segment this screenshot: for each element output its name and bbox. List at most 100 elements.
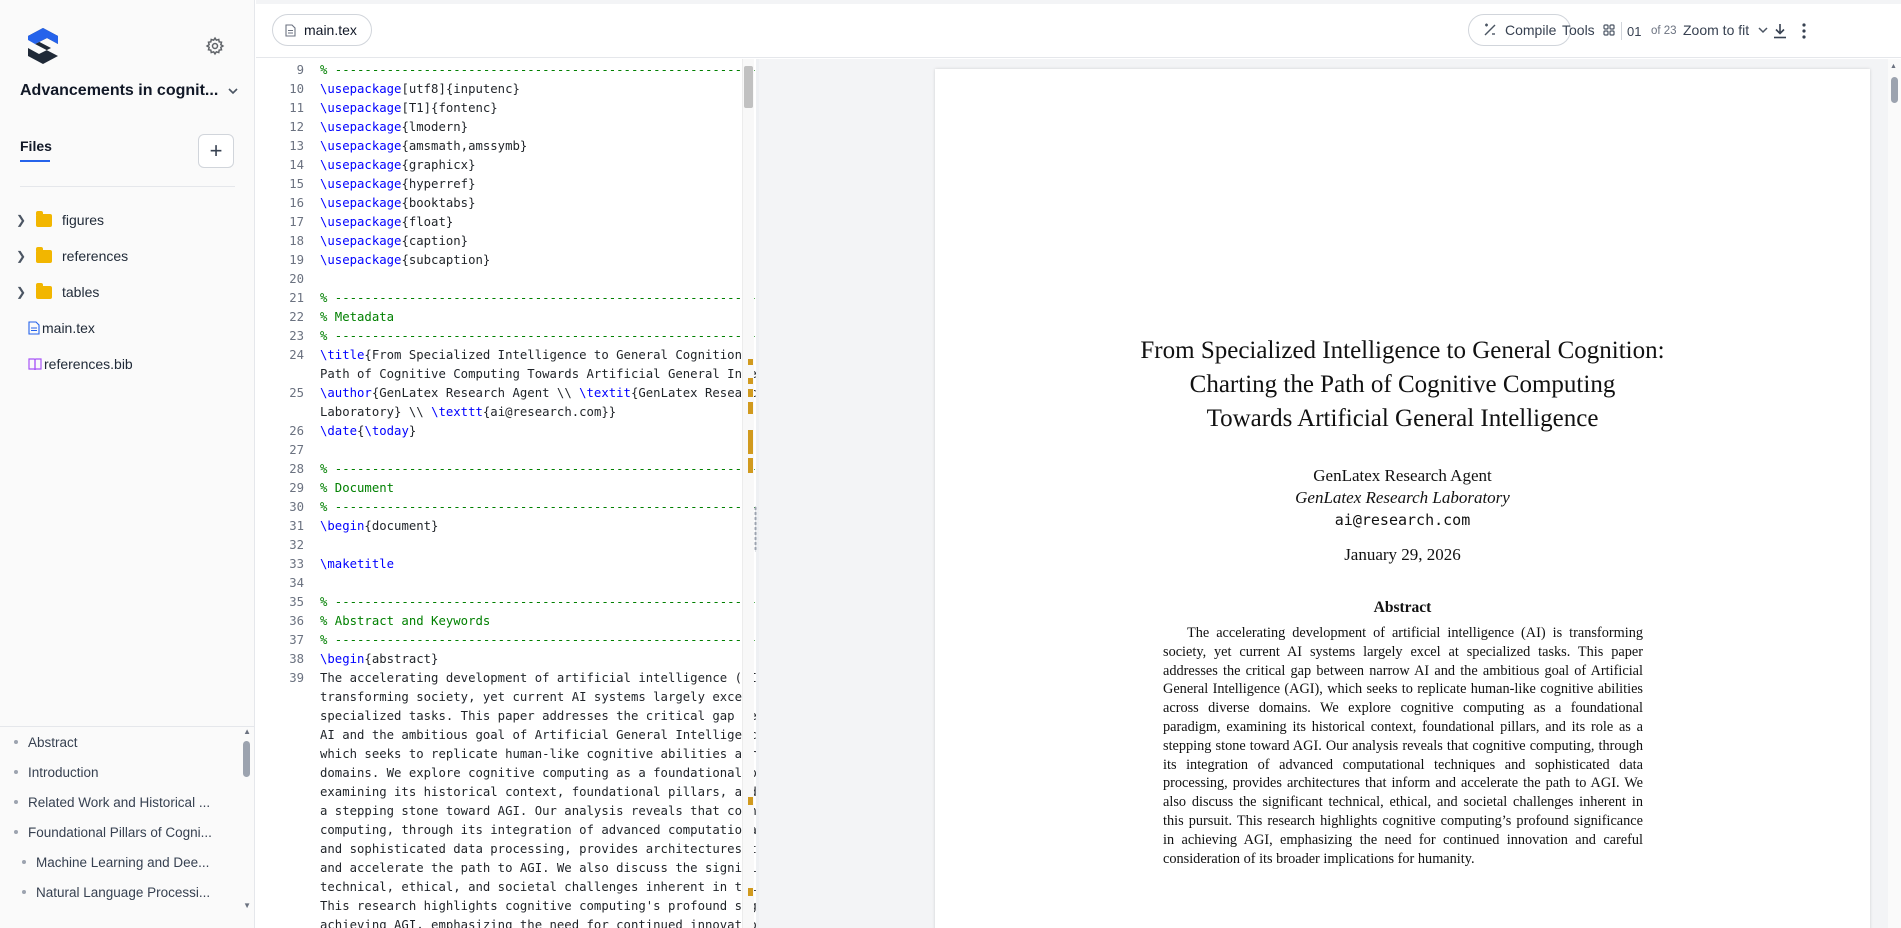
code-line[interactable]: 19 \usepackage{subcaption} bbox=[256, 251, 742, 270]
folder-tables[interactable]: ❯ tables bbox=[14, 274, 244, 310]
code-line[interactable]: and sophisticated data processing, provi… bbox=[256, 840, 756, 859]
latex-comment: % --------------------------------------… bbox=[320, 595, 756, 609]
code-line[interactable]: 37 % ------------------------------------… bbox=[256, 631, 756, 650]
latex-comment: % Metadata bbox=[320, 310, 395, 324]
code-line[interactable]: technical, ethical, and societal challen… bbox=[256, 878, 756, 897]
compile-button[interactable]: Compile bbox=[1468, 14, 1572, 46]
code-line[interactable]: AI and the ambitious goal of Artificial … bbox=[256, 726, 756, 745]
scroll-up-arrow-icon[interactable]: ▲ bbox=[243, 727, 251, 736]
chevron-right-icon[interactable]: ❯ bbox=[14, 285, 28, 299]
code-line[interactable]: specialized tasks. This paper addresses … bbox=[256, 707, 756, 726]
code-line[interactable]: 39 The accelerating development of artifi… bbox=[256, 669, 756, 688]
latex-command: \usepackage bbox=[320, 215, 402, 229]
outline-item-abstract[interactable]: Abstract bbox=[0, 727, 254, 757]
tools-menu-button[interactable]: Tools bbox=[1562, 14, 1615, 46]
code-editor[interactable]: 9 % -------------------------------------… bbox=[256, 59, 756, 928]
code-lines[interactable]: 9 % -------------------------------------… bbox=[256, 61, 756, 928]
project-selector[interactable]: Advancements in cognit... bbox=[20, 82, 240, 100]
code-line[interactable]: 17 \usepackage{float} bbox=[256, 213, 742, 232]
code-line[interactable]: 13 \usepackage{amsmath,amssymb} bbox=[256, 137, 742, 156]
code-line[interactable]: 10 \usepackage[utf8]{inputenc} bbox=[256, 80, 742, 99]
preview-scrollbar[interactable] bbox=[1888, 59, 1901, 928]
pdf-page: From Specialized Intelligence to General… bbox=[935, 69, 1870, 928]
scroll-up-arrow-icon[interactable]: ▲ bbox=[1890, 63, 1897, 70]
code-line[interactable]: 25 \author{GenLatex Research Agent \\ \te… bbox=[256, 384, 756, 403]
code-line[interactable]: 36 % Abstract and Keywords bbox=[256, 612, 742, 631]
code-line[interactable]: 11 \usepackage[T1]{fontenc} bbox=[256, 99, 742, 118]
editor-scrollbar-thumb[interactable] bbox=[744, 66, 753, 108]
code-line[interactable]: 26 \date{\today} bbox=[256, 422, 742, 441]
code-line[interactable]: achieving AGI, emphasizing the need for … bbox=[256, 916, 756, 928]
line-number bbox=[256, 365, 304, 384]
code-line[interactable]: domains. We explore cognitive computing … bbox=[256, 764, 756, 783]
outline-item-introduction[interactable]: Introduction bbox=[0, 757, 254, 787]
line-number: 37 bbox=[289, 633, 304, 647]
folder-figures[interactable]: ❯ figures bbox=[14, 202, 244, 238]
code-line[interactable]: Path of Cognitive Computing Towards Arti… bbox=[256, 365, 756, 384]
chevron-right-icon[interactable]: ❯ bbox=[14, 249, 28, 263]
code-line[interactable]: 18 \usepackage{caption} bbox=[256, 232, 742, 251]
code-line[interactable]: 20 bbox=[256, 270, 742, 289]
tab-files[interactable]: Files bbox=[20, 138, 52, 162]
code-line[interactable]: 22 % Metadata bbox=[256, 308, 742, 327]
code-line[interactable]: 24 \title{From Specialized Intelligence t… bbox=[256, 346, 749, 365]
scroll-marker bbox=[748, 378, 753, 384]
code-line[interactable]: 14 \usepackage{graphicx} bbox=[256, 156, 742, 175]
code-line[interactable]: 31 \begin{document} bbox=[256, 517, 742, 536]
outline-item-foundational-pillars[interactable]: Foundational Pillars of Cogni... bbox=[0, 817, 254, 847]
add-file-button[interactable]: + bbox=[198, 134, 234, 168]
latex-command: \textit bbox=[579, 386, 631, 400]
chevron-right-icon[interactable]: ❯ bbox=[14, 213, 28, 227]
line-text: \usepackage{amsmath,amssymb} bbox=[304, 137, 527, 156]
more-options-icon[interactable] bbox=[1800, 22, 1808, 40]
code-line[interactable]: 38 \begin{abstract} bbox=[256, 650, 742, 669]
outline-item-nlp[interactable]: Natural Language Processi... bbox=[0, 877, 254, 907]
outline-item-related-work[interactable]: Related Work and Historical ... bbox=[0, 787, 254, 817]
code-line[interactable]: computing, through its integration of ad… bbox=[256, 821, 756, 840]
file-main-tex[interactable]: main.tex bbox=[14, 310, 244, 346]
code-line[interactable]: 23 % ------------------------------------… bbox=[256, 327, 756, 346]
code-line[interactable]: a stepping stone toward AGI. Our analysi… bbox=[256, 802, 756, 821]
outline-label: Abstract bbox=[28, 734, 78, 750]
download-icon[interactable] bbox=[1772, 22, 1788, 40]
line-number: 14 bbox=[289, 158, 304, 172]
file-references-bib[interactable]: references.bib bbox=[14, 346, 244, 382]
code-line[interactable]: Laboratory} \\ \texttt{ai@research.com}} bbox=[256, 403, 742, 422]
outline-scrollbar-thumb[interactable] bbox=[243, 741, 250, 777]
latex-text: {From Specialized Intelligence to Genera… bbox=[364, 348, 750, 362]
line-number bbox=[256, 859, 304, 878]
code-line[interactable]: and accelerate the path to AGI. We also … bbox=[256, 859, 756, 878]
line-text: \usepackage[T1]{fontenc} bbox=[304, 99, 498, 118]
line-number: 28 bbox=[289, 462, 304, 476]
code-line[interactable]: 12 \usepackage{lmodern} bbox=[256, 118, 742, 137]
code-line[interactable]: examining its historical context, founda… bbox=[256, 783, 756, 802]
code-line[interactable]: which seeks to replicate human-like cogn… bbox=[256, 745, 756, 764]
code-line[interactable]: 28 % ------------------------------------… bbox=[256, 460, 756, 479]
outline-item-machine-learning[interactable]: Machine Learning and Dee... bbox=[0, 847, 254, 877]
line-number bbox=[256, 878, 304, 897]
settings-gear-icon[interactable] bbox=[205, 36, 225, 56]
code-line[interactable]: transforming society, yet current AI sys… bbox=[256, 688, 749, 707]
code-line[interactable]: 21 % ------------------------------------… bbox=[256, 289, 756, 308]
code-line[interactable]: 29 % Document bbox=[256, 479, 742, 498]
open-file-tab[interactable]: main.tex bbox=[272, 14, 372, 46]
latex-comment: % --------------------------------------… bbox=[320, 462, 756, 476]
code-line[interactable]: 15 \usepackage{hyperref} bbox=[256, 175, 742, 194]
code-line[interactable]: 35 % ------------------------------------… bbox=[256, 593, 756, 612]
code-line[interactable]: 33 \maketitle bbox=[256, 555, 742, 574]
preview-scrollbar-thumb[interactable] bbox=[1891, 77, 1898, 103]
code-line[interactable]: 16 \usepackage{booktabs} bbox=[256, 194, 742, 213]
line-text bbox=[304, 270, 320, 289]
drag-handle-icon[interactable] bbox=[754, 506, 757, 552]
project-title: Advancements in cognit... bbox=[20, 82, 219, 99]
code-line[interactable]: 30 % ------------------------------------… bbox=[256, 498, 756, 517]
code-line[interactable]: 32 bbox=[256, 536, 742, 555]
code-line[interactable]: 9 % -------------------------------------… bbox=[256, 61, 756, 80]
code-line[interactable]: 34 bbox=[256, 574, 742, 593]
page-number-current[interactable]: 01 bbox=[1627, 24, 1641, 39]
scroll-down-arrow-icon[interactable]: ▼ bbox=[243, 901, 251, 910]
zoom-dropdown[interactable]: Zoom to fit bbox=[1683, 22, 1769, 38]
folder-references[interactable]: ❯ references bbox=[14, 238, 244, 274]
code-line[interactable]: 27 bbox=[256, 441, 742, 460]
code-line[interactable]: This research highlights cognitive compu… bbox=[256, 897, 756, 916]
